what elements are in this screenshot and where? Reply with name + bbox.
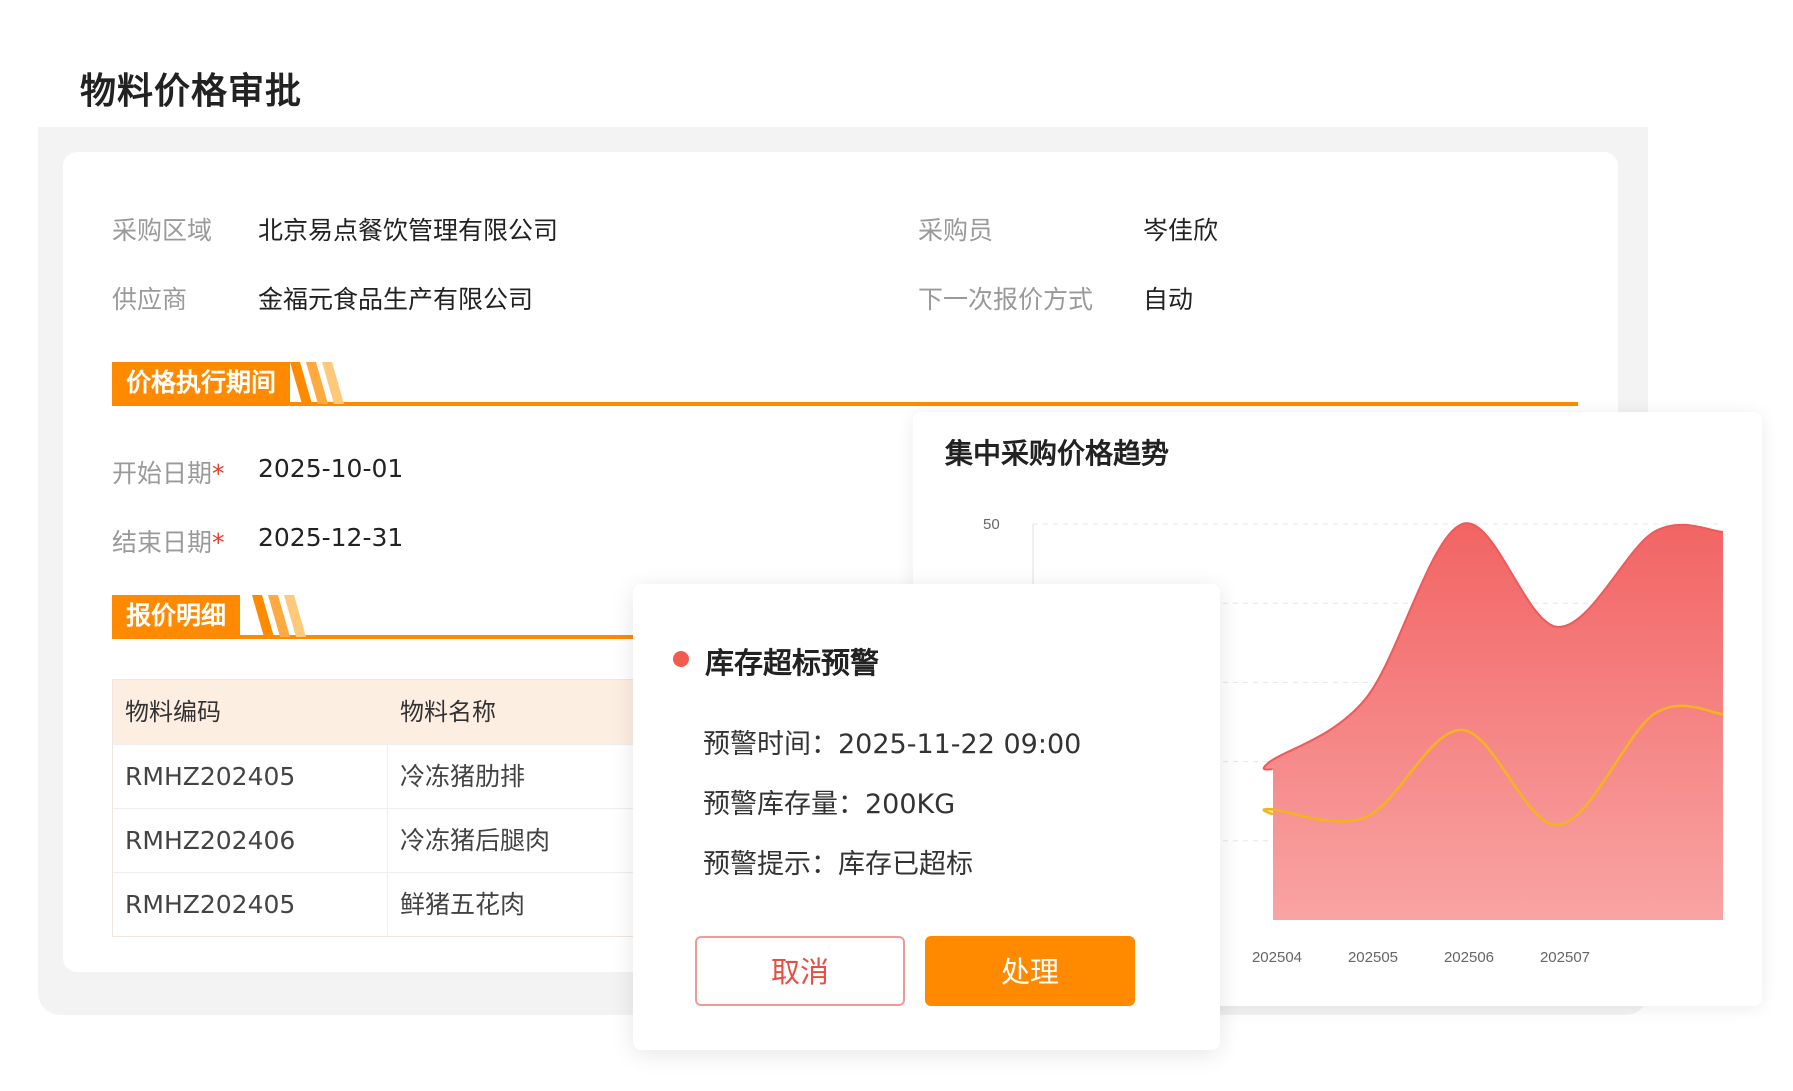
next-quote-value: 自动 — [1143, 285, 1194, 314]
section-header-period: 价格执行期间 — [112, 362, 1578, 408]
stripes-decoration — [252, 595, 306, 637]
x-tick-label: 202504 — [1252, 949, 1302, 966]
alert-title: 库存超标预警 — [705, 646, 880, 680]
cell-code: RMHZ202405 — [113, 745, 389, 808]
handle-button[interactable]: 处理 — [925, 936, 1135, 1006]
cell-name: 冷冻猪肋排 — [400, 762, 526, 791]
stripes-decoration — [290, 362, 344, 404]
quote-table: 物料编码 物料名称 RMHZ202405 冷冻猪肋排 RMHZ202406 冷冻… — [112, 679, 672, 937]
x-tick-label: 202507 — [1540, 949, 1590, 966]
page-title: 物料价格审批 — [80, 71, 303, 112]
table-row[interactable]: RMHZ202405 鲜猪五花肉 — [113, 872, 671, 936]
cell-name: 鲜猪五花肉 — [400, 890, 526, 919]
cancel-button[interactable]: 取消 — [695, 936, 905, 1006]
end-date-value: 2025-12-31 — [258, 523, 404, 552]
supplier-value: 金福元食品生产有限公司 — [258, 285, 534, 314]
start-date-value: 2025-10-01 — [258, 454, 404, 483]
buyer-value: 岑佳欣 — [1143, 216, 1219, 245]
region-value: 北京易点餐饮管理有限公司 — [258, 216, 559, 245]
start-date-label: 开始日期* — [112, 459, 225, 488]
y-tick-label: 50 — [983, 516, 1000, 533]
column-header-code: 物料编码 — [125, 698, 221, 726]
end-date-label: 结束日期* — [112, 528, 225, 557]
section-title-quote: 报价明细 — [112, 595, 241, 637]
x-tick-label: 202505 — [1348, 949, 1398, 966]
cell-code: RMHZ202405 — [113, 873, 389, 936]
series-area-red — [1263, 523, 1723, 920]
region-label: 采购区域 — [112, 216, 213, 245]
section-title-period: 价格执行期间 — [112, 362, 291, 404]
alert-stock: 预警库存量：200KG — [703, 789, 956, 820]
stock-alert-dialog: 库存超标预警 预警时间：2025-11-22 09:00 预警库存量：200KG… — [633, 584, 1220, 1050]
alert-time: 预警时间：2025-11-22 09:00 — [703, 729, 1082, 760]
table-header: 物料编码 物料名称 — [113, 680, 671, 744]
cell-name: 冷冻猪后腿肉 — [400, 826, 551, 855]
next-quote-label: 下一次报价方式 — [918, 285, 1094, 314]
alert-hint: 预警提示：库存已超标 — [703, 849, 973, 880]
supplier-label: 供应商 — [112, 285, 188, 314]
cell-code: RMHZ202406 — [113, 809, 389, 872]
x-tick-label: 202506 — [1444, 949, 1494, 966]
section-header-quote: 报价明细 — [112, 595, 672, 641]
table-row[interactable]: RMHZ202406 冷冻猪后腿肉 — [113, 808, 671, 872]
table-row[interactable]: RMHZ202405 冷冻猪肋排 — [113, 744, 671, 808]
alert-dot-icon — [673, 651, 689, 667]
buyer-label: 采购员 — [918, 216, 994, 245]
column-header-name: 物料名称 — [400, 698, 497, 726]
